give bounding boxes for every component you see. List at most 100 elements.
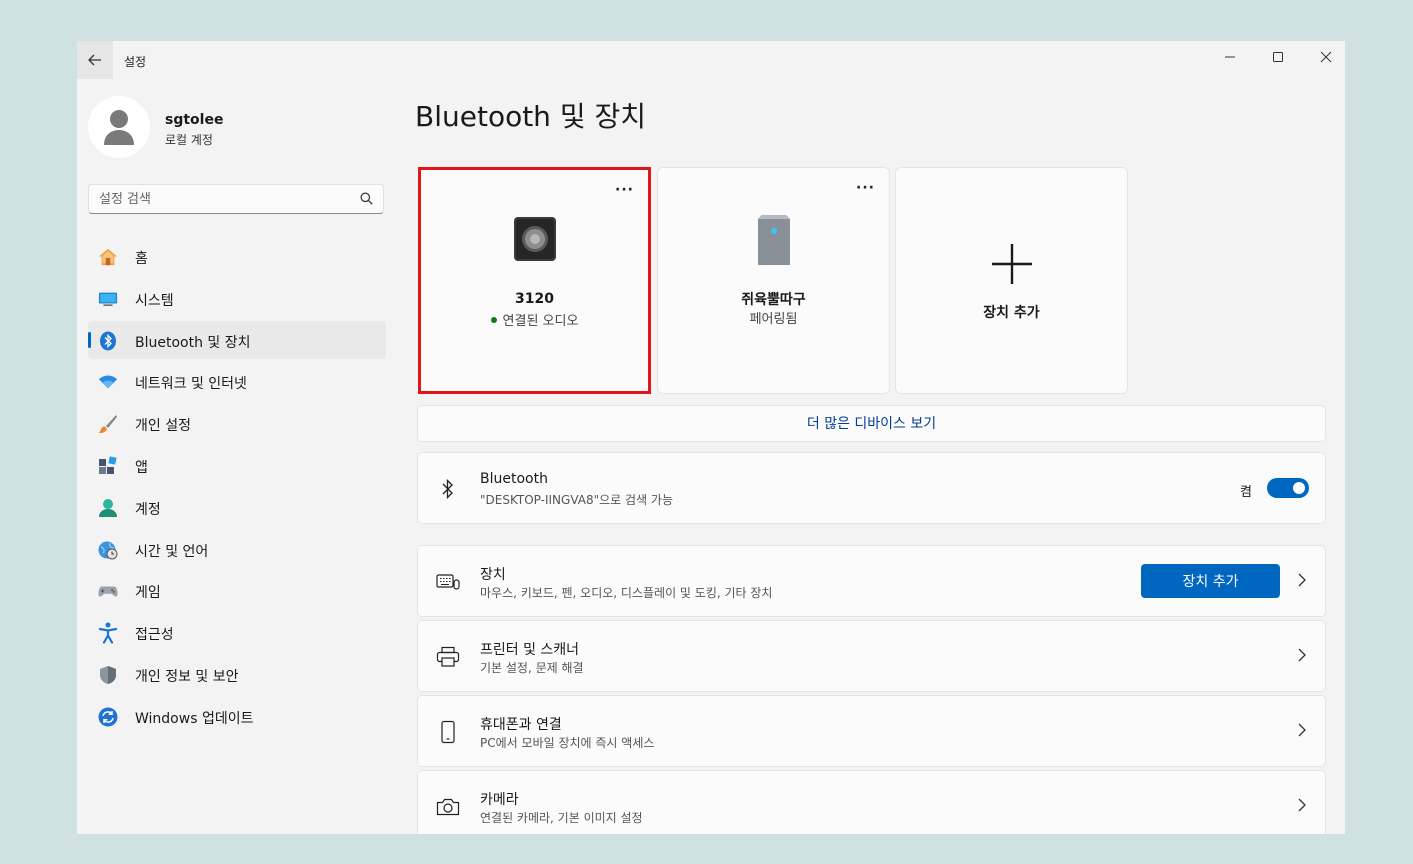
chevron-right-icon[interactable] xyxy=(1297,722,1307,738)
card-title: 카메라 xyxy=(480,792,519,808)
sidebar-item-label: 홈 xyxy=(135,251,148,267)
speaker-icon xyxy=(513,217,556,261)
sidebar-nav: 홈 시스템 Bluetooth 및 장치 네트워크 및 인터넷 개인 설정 앱 … xyxy=(88,237,386,739)
card-subtitle: 마우스, 키보드, 펜, 오디오, 디스플레이 및 도킹, 기타 장치 xyxy=(480,586,773,600)
search-input[interactable] xyxy=(99,189,349,209)
device-status: 페어링됨 xyxy=(749,312,798,327)
keyboard-mouse-icon xyxy=(436,570,460,594)
settings-window: 설정 sgtolee 로컬 계정 설정 검색 홈 시스템 Bluetooth 및… xyxy=(77,41,1345,834)
sidebar-item-personalization[interactable]: 개인 설정 xyxy=(88,404,386,442)
card-title: 휴대폰과 연결 xyxy=(480,717,562,733)
add-device-tile[interactable]: 장치 추가 xyxy=(895,167,1128,394)
sidebar-item-label: 앱 xyxy=(135,459,148,476)
sidebar-item-bluetooth[interactable]: Bluetooth 및 장치 xyxy=(88,320,386,359)
sidebar-item-label: 게임 xyxy=(135,585,161,602)
wifi-icon xyxy=(98,372,118,392)
device-tower-icon xyxy=(757,215,790,265)
phone-icon xyxy=(436,720,460,744)
home-icon xyxy=(98,247,118,267)
camera-card[interactable]: 카메라 연결된 카메라, 기본 이미지 설정 xyxy=(417,770,1326,834)
sidebar-item-label: 네트워크 및 인터넷 xyxy=(135,376,247,393)
close-icon xyxy=(1320,51,1332,63)
card-title: Bluetooth xyxy=(480,471,548,487)
card-subtitle: PC에서 모바일 장치에 즉시 액세스 xyxy=(480,736,655,750)
device-status: 연결된 오디오 xyxy=(421,310,648,329)
sidebar-item-accounts[interactable]: 계정 xyxy=(88,488,386,526)
search-icon[interactable] xyxy=(360,192,373,205)
card-title: 프린터 및 스캐너 xyxy=(480,642,580,658)
device-status-text: 연결된 오디오 xyxy=(502,314,579,329)
sidebar-item-apps[interactable]: 앱 xyxy=(88,446,386,484)
accessibility-icon xyxy=(98,622,118,644)
sidebar-item-home[interactable]: 홈 xyxy=(88,237,386,275)
sidebar-item-privacy-security[interactable]: 개인 정보 및 보안 xyxy=(88,655,386,693)
phone-link-card[interactable]: 휴대폰과 연결 PC에서 모바일 장치에 즉시 액세스 xyxy=(417,695,1326,767)
globe-clock-icon xyxy=(98,540,118,560)
more-options-button[interactable]: ··· xyxy=(856,180,875,196)
app-title: 설정 xyxy=(124,55,147,69)
sidebar-item-gaming[interactable]: 게임 xyxy=(88,571,386,609)
back-button[interactable] xyxy=(77,41,113,79)
card-subtitle: 기본 설정, 문제 해결 xyxy=(480,661,584,675)
sidebar-item-accessibility[interactable]: 접근성 xyxy=(88,613,386,651)
sidebar-item-label: 접근성 xyxy=(135,627,174,644)
sidebar-item-label: 계정 xyxy=(135,501,161,518)
shield-icon xyxy=(98,665,118,685)
settings-search-box[interactable] xyxy=(88,184,384,214)
sidebar-item-label: 개인 설정 xyxy=(135,418,191,435)
bluetooth-toggle[interactable] xyxy=(1267,478,1309,498)
avatar xyxy=(88,96,150,158)
sidebar-item-time-language[interactable]: 시간 및 언어 xyxy=(88,530,386,568)
chevron-right-icon[interactable] xyxy=(1297,647,1307,663)
person-icon xyxy=(104,110,134,145)
printer-icon xyxy=(436,645,460,669)
card-title: 장치 xyxy=(480,567,506,583)
bluetooth-icon xyxy=(98,331,118,351)
connected-dot xyxy=(490,316,497,323)
card-subtitle: 연결된 카메라, 기본 이미지 설정 xyxy=(480,811,643,825)
account-type: 로컬 계정 xyxy=(165,133,213,147)
user-name: sgtolee xyxy=(165,112,224,128)
camera-icon xyxy=(436,795,460,819)
device-tile[interactable]: ··· 쥐육뿔따구 페어링됨 xyxy=(657,167,890,394)
sidebar-item-windows-update[interactable]: Windows 업데이트 xyxy=(88,697,386,735)
update-icon xyxy=(98,707,118,727)
plus-icon xyxy=(991,244,1032,284)
sidebar-item-label: Bluetooth 및 장치 xyxy=(135,334,251,351)
back-arrow-icon xyxy=(88,54,101,66)
minimize-icon xyxy=(1225,56,1235,58)
bluetooth-card: Bluetooth "DESKTOP-IINGVA8"으로 검색 가능 켬 xyxy=(417,452,1326,524)
device-name: 쥐육뿔따구 xyxy=(741,292,806,308)
card-subtitle: "DESKTOP-IINGVA8"으로 검색 가능 xyxy=(480,493,674,507)
add-device-label: 장치 추가 xyxy=(983,305,1040,321)
sidebar-item-label: Windows 업데이트 xyxy=(135,710,254,727)
printers-card[interactable]: 프린터 및 스캐너 기본 설정, 문제 해결 xyxy=(417,620,1326,692)
view-more-devices-button[interactable]: 더 많은 디바이스 보기 xyxy=(417,405,1326,442)
toggle-state-label: 켬 xyxy=(1240,485,1252,500)
chevron-right-icon[interactable] xyxy=(1297,572,1307,588)
device-name: 3120 xyxy=(515,291,554,307)
brush-icon xyxy=(98,414,118,434)
bluetooth-glyph-icon xyxy=(436,477,460,501)
sidebar-item-network[interactable]: 네트워크 및 인터넷 xyxy=(88,362,386,400)
minimize-button[interactable] xyxy=(1207,43,1253,71)
chevron-right-icon[interactable] xyxy=(1297,797,1307,813)
close-button[interactable] xyxy=(1303,43,1345,71)
page-title: Bluetooth 및 장치 xyxy=(415,100,647,133)
system-icon xyxy=(98,289,118,309)
sidebar-item-label: 시간 및 언어 xyxy=(135,543,209,560)
apps-icon xyxy=(98,456,118,476)
toggle-knob xyxy=(1293,482,1305,494)
title-bar: 설정 xyxy=(77,41,1345,81)
account-icon xyxy=(98,498,118,518)
more-options-button[interactable]: ··· xyxy=(615,182,634,198)
gamepad-icon xyxy=(98,581,118,601)
device-tile[interactable]: ··· 3120 연결된 오디오 xyxy=(418,167,651,394)
sidebar-item-system[interactable]: 시스템 xyxy=(88,279,386,317)
maximize-icon xyxy=(1273,52,1283,62)
add-device-button[interactable]: 장치 추가 xyxy=(1141,564,1280,598)
sidebar-item-label: 개인 정보 및 보안 xyxy=(135,668,239,685)
devices-card[interactable]: 장치 마우스, 키보드, 펜, 오디오, 디스플레이 및 도킹, 기타 장치 장… xyxy=(417,545,1326,617)
sidebar-item-label: 시스템 xyxy=(135,292,174,309)
maximize-button[interactable] xyxy=(1255,43,1301,71)
